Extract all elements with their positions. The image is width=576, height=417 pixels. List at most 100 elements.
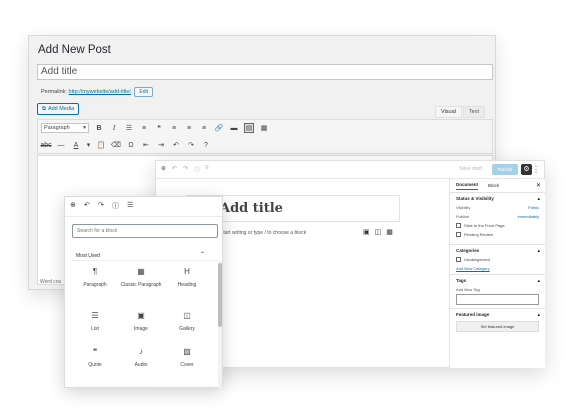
toolbar-toggle-icon[interactable]: ▤ bbox=[244, 123, 254, 133]
align-center-icon[interactable]: ≡ bbox=[184, 123, 194, 133]
tab-block[interactable]: Block bbox=[488, 183, 499, 188]
chevron-down-icon[interactable]: ▾ bbox=[86, 140, 91, 150]
block-cover[interactable]: ▨ Cover bbox=[165, 347, 209, 368]
visibility-value[interactable]: Public bbox=[528, 205, 539, 210]
gear-icon[interactable]: ⚙ bbox=[521, 164, 532, 175]
italic-icon[interactable]: I bbox=[109, 123, 119, 133]
save-draft-button[interactable]: Save draft bbox=[459, 166, 482, 172]
status-visibility-title[interactable]: Status & Visibility bbox=[456, 196, 539, 201]
checkbox-icon[interactable] bbox=[456, 257, 461, 262]
publish-button[interactable]: Publish bbox=[492, 164, 518, 175]
paste-text-icon[interactable]: 📋 bbox=[96, 140, 106, 150]
post-title-field[interactable]: Add title bbox=[220, 201, 283, 216]
divider bbox=[71, 260, 218, 261]
block-label: Quote bbox=[88, 362, 102, 368]
stick-to-front-checkbox[interactable]: Stick to the Front Page bbox=[456, 223, 539, 228]
page-title: Add New Post bbox=[38, 44, 111, 56]
classic-toolbar: Paragraph ▾ B I ☰ ≡ ❝ ≡ ≡ ≡ 🔗 ▬ ▤ ▦ abc … bbox=[37, 119, 493, 154]
more-options-icon[interactable]: ⋮ bbox=[532, 164, 540, 175]
block-heading[interactable]: H Heading bbox=[165, 267, 209, 288]
post-title-input[interactable]: Add title bbox=[37, 64, 493, 80]
special-character-icon[interactable]: Ω bbox=[126, 140, 136, 150]
block-inserter-popover: ⊕ ↶ ↷ ⓘ ☰ Search for a block Most Used ⌃… bbox=[64, 196, 223, 388]
tags-title[interactable]: Tags bbox=[456, 278, 539, 283]
info-icon[interactable]: ⓘ bbox=[194, 165, 200, 174]
strikethrough-icon[interactable]: abc bbox=[40, 140, 51, 150]
help-icon[interactable]: ? bbox=[201, 140, 211, 150]
align-left-icon[interactable]: ≡ bbox=[169, 123, 179, 133]
info-icon[interactable]: ⓘ bbox=[112, 201, 119, 211]
uncategorized-checkbox[interactable]: Uncategorized bbox=[456, 257, 539, 262]
inline-inserter-icons: ▣ ◫ ▦ bbox=[363, 228, 393, 236]
undo-icon[interactable]: ↶ bbox=[171, 140, 181, 150]
table-icon[interactable]: ▦ bbox=[386, 228, 393, 236]
redo-icon[interactable]: ↷ bbox=[98, 201, 104, 209]
block-classic-paragraph[interactable]: ▦ Classic Paragraph bbox=[119, 267, 163, 288]
permalink-edit-button[interactable]: Edit bbox=[134, 87, 154, 97]
format-select[interactable]: Paragraph ▾ bbox=[41, 123, 89, 133]
block-quote[interactable]: ❝ Quote bbox=[73, 347, 117, 368]
block-label: Image bbox=[134, 326, 148, 332]
tab-document[interactable]: Document bbox=[456, 182, 479, 190]
add-new-tag-input[interactable] bbox=[456, 294, 539, 305]
add-media-button[interactable]: ⧉ Add Media bbox=[37, 103, 80, 115]
undo-icon[interactable]: ↶ bbox=[172, 165, 177, 172]
tab-visual[interactable]: Visual bbox=[435, 106, 462, 118]
block-navigation-icon[interactable]: ☰ bbox=[127, 201, 133, 209]
block-list[interactable]: ☰ List bbox=[73, 311, 117, 332]
add-new-category-link[interactable]: Add New Category bbox=[456, 266, 539, 271]
horizontal-line-icon[interactable]: — bbox=[56, 140, 66, 150]
block-navigation-icon[interactable]: ≡ bbox=[205, 165, 209, 171]
scrollbar-thumb[interactable] bbox=[218, 263, 222, 327]
indent-icon[interactable]: ⇥ bbox=[156, 140, 166, 150]
checkbox-icon[interactable] bbox=[456, 232, 461, 237]
undo-icon[interactable]: ↶ bbox=[84, 201, 90, 209]
blockquote-icon[interactable]: ❝ bbox=[154, 123, 164, 133]
chevron-up-icon[interactable]: ⌃ bbox=[200, 251, 205, 258]
categories-title[interactable]: Categories bbox=[456, 248, 539, 253]
most-used-section-title[interactable]: Most Used bbox=[76, 253, 100, 259]
block-paragraph[interactable]: ¶ Paragraph bbox=[73, 267, 117, 288]
align-right-icon[interactable]: ≡ bbox=[199, 123, 209, 133]
read-more-icon[interactable]: ▬ bbox=[229, 123, 239, 133]
checkbox-icon[interactable] bbox=[456, 223, 461, 228]
clear-formatting-icon[interactable]: ⌫ bbox=[111, 140, 121, 150]
chevron-up-icon[interactable]: ▴ bbox=[537, 196, 540, 202]
media-icon: ⧉ bbox=[42, 105, 46, 112]
default-block-appender[interactable]: Start writing or type / to choose a bloc… bbox=[220, 230, 306, 236]
quote-icon: ❝ bbox=[92, 347, 98, 356]
chevron-up-icon[interactable]: ▴ bbox=[537, 248, 540, 254]
redo-icon[interactable]: ↷ bbox=[183, 165, 188, 172]
tags-panel: Tags ▴ Add New Tag bbox=[450, 275, 545, 309]
text-color-icon[interactable]: A bbox=[71, 140, 81, 150]
publish-value[interactable]: Immediately bbox=[517, 214, 539, 219]
uncategorized-label: Uncategorized bbox=[464, 257, 490, 262]
chevron-up-icon[interactable]: ▴ bbox=[537, 312, 540, 318]
insert-link-icon[interactable]: 🔗 bbox=[214, 123, 224, 133]
block-image[interactable]: ▣ Image bbox=[119, 311, 163, 332]
pending-review-checkbox[interactable]: Pending Review bbox=[456, 232, 539, 237]
permalink-url[interactable]: http://mywebsite/add-title/ bbox=[69, 89, 131, 95]
tab-text[interactable]: Text bbox=[462, 106, 485, 118]
fullscreen-icon[interactable]: ▦ bbox=[259, 123, 269, 133]
add-block-icon[interactable]: ⊕ bbox=[161, 165, 166, 172]
set-featured-image-button[interactable]: Set featured image bbox=[456, 321, 539, 332]
block-audio[interactable]: ♪ Audio bbox=[119, 347, 163, 368]
numbered-list-icon[interactable]: ≡ bbox=[139, 123, 149, 133]
outdent-icon[interactable]: ⇤ bbox=[141, 140, 151, 150]
inserter-toolbar: ⊕ ↶ ↷ ⓘ ☰ bbox=[65, 197, 222, 217]
block-search-input[interactable]: Search for a block bbox=[72, 224, 218, 238]
bulleted-list-icon[interactable]: ☰ bbox=[124, 123, 134, 133]
redo-icon[interactable]: ↷ bbox=[186, 140, 196, 150]
image-icon[interactable]: ▣ bbox=[363, 228, 370, 236]
block-label: Classic Paragraph bbox=[120, 282, 162, 288]
chevron-up-icon[interactable]: ▴ bbox=[537, 278, 540, 284]
bold-icon[interactable]: B bbox=[94, 123, 104, 133]
featured-image-title[interactable]: Featured image bbox=[456, 312, 539, 317]
featured-image-panel: Featured image ▴ Set featured image bbox=[450, 309, 545, 335]
gallery-icon[interactable]: ◫ bbox=[375, 228, 382, 236]
close-icon[interactable]: ✕ bbox=[536, 182, 541, 189]
block-gallery[interactable]: ◫ Gallery bbox=[165, 311, 209, 332]
list-icon: ☰ bbox=[91, 311, 99, 320]
add-block-icon[interactable]: ⊕ bbox=[70, 201, 76, 209]
